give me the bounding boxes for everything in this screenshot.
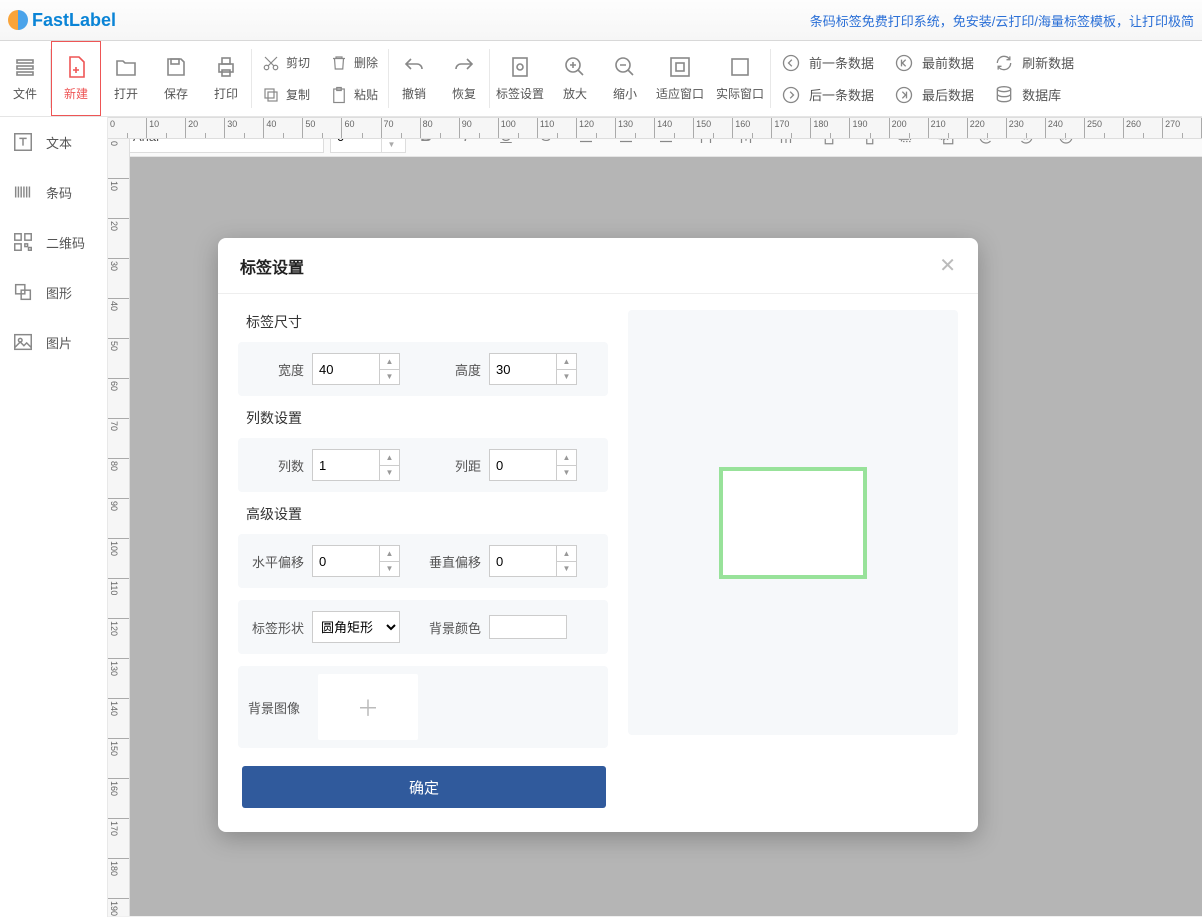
zoom-in-button[interactable]: 放大 bbox=[550, 41, 600, 116]
folder-icon bbox=[114, 55, 138, 79]
confirm-button[interactable]: 确定 bbox=[242, 766, 606, 808]
undo-icon bbox=[402, 55, 426, 79]
new-button[interactable]: 新建 bbox=[51, 41, 101, 116]
zoom-out-button[interactable]: 缩小 bbox=[600, 41, 650, 116]
height-label: 高度 bbox=[423, 360, 489, 379]
gap-input[interactable]: ▲▼ bbox=[489, 449, 577, 481]
cols-label: 列数 bbox=[246, 456, 312, 475]
hoffset-input[interactable]: ▲▼ bbox=[312, 545, 400, 577]
width-label: 宽度 bbox=[246, 360, 312, 379]
file-button[interactable]: 文件 bbox=[0, 41, 50, 116]
print-button[interactable]: 打印 bbox=[201, 41, 251, 116]
zoom-in-icon bbox=[563, 55, 587, 79]
text-icon bbox=[12, 131, 34, 153]
sidebar-shape[interactable]: 图形 bbox=[0, 267, 107, 317]
cols-input[interactable]: ▲▼ bbox=[312, 449, 400, 481]
hoffset-label: 水平偏移 bbox=[246, 552, 312, 571]
section-cols: 列数设置 bbox=[246, 408, 608, 428]
ribbon-toolbar: 文件 新建 打开 保存 打印 剪切 复制 删除 粘贴 撤销 bbox=[0, 41, 1202, 117]
gap-label: 列距 bbox=[423, 456, 489, 475]
zoom-out-icon bbox=[613, 55, 637, 79]
bgimg-label: 背景图像 bbox=[246, 698, 308, 717]
height-input[interactable]: ▲▼ bbox=[489, 353, 577, 385]
arrow-right-icon bbox=[781, 85, 801, 105]
arrow-left-icon bbox=[781, 53, 801, 73]
logo: FastLabel bbox=[8, 10, 116, 31]
prev-record-button[interactable]: 前一条数据 bbox=[777, 49, 878, 77]
sidebar-text[interactable]: 文本 bbox=[0, 117, 107, 167]
save-icon bbox=[164, 55, 188, 79]
label-settings-dialog: 标签设置 ✕ 标签尺寸 宽度 ▲▼ 高度 ▲▼ 列数设置 列数 ▲▼ bbox=[218, 238, 978, 832]
database-icon bbox=[994, 85, 1014, 105]
close-button[interactable]: ✕ bbox=[939, 253, 956, 278]
actual-icon bbox=[728, 55, 752, 79]
refresh-icon bbox=[994, 53, 1014, 73]
tagline: 条码标签免费打印系统，免安装/云打印/海量标签模板，让打印极简 bbox=[810, 11, 1194, 30]
preview-panel bbox=[628, 310, 958, 735]
voffset-input[interactable]: ▲▼ bbox=[489, 545, 577, 577]
bgimg-upload[interactable]: ＋ bbox=[318, 674, 418, 740]
print-icon bbox=[214, 55, 238, 79]
preview-label bbox=[719, 467, 867, 579]
cut-button[interactable]: 剪切 bbox=[258, 49, 314, 77]
paste-button[interactable]: 粘贴 bbox=[326, 81, 382, 109]
barcode-icon bbox=[12, 181, 34, 203]
last-record-button[interactable]: 最后数据 bbox=[890, 81, 978, 109]
paste-icon bbox=[330, 86, 348, 104]
new-file-icon bbox=[64, 55, 88, 79]
bgcolor-label: 背景颜色 bbox=[423, 618, 489, 637]
redo-button[interactable]: 恢复 bbox=[439, 41, 489, 116]
ruler-horizontal: 0102030405060708090100110120130140150160… bbox=[108, 117, 1202, 139]
voffset-label: 垂直偏移 bbox=[423, 552, 489, 571]
sidebar-qrcode[interactable]: 二维码 bbox=[0, 217, 107, 267]
refresh-data-button[interactable]: 刷新数据 bbox=[990, 49, 1078, 77]
settings-icon bbox=[508, 55, 532, 79]
save-button[interactable]: 保存 bbox=[151, 41, 201, 116]
delete-button[interactable]: 删除 bbox=[326, 49, 382, 77]
logo-text: FastLabel bbox=[32, 10, 116, 31]
first-record-button[interactable]: 最前数据 bbox=[890, 49, 978, 77]
copy-icon bbox=[262, 86, 280, 104]
section-adv: 高级设置 bbox=[246, 504, 608, 524]
label-settings-button[interactable]: 标签设置 bbox=[490, 41, 550, 116]
title-bar: FastLabel 条码标签免费打印系统，免安装/云打印/海量标签模板，让打印极… bbox=[0, 0, 1202, 41]
first-icon bbox=[894, 53, 914, 73]
section-size: 标签尺寸 bbox=[246, 312, 608, 332]
cut-icon bbox=[262, 54, 280, 72]
fit-icon bbox=[668, 55, 692, 79]
actual-window-button[interactable]: 实际窗口 bbox=[710, 41, 770, 116]
width-input[interactable]: ▲▼ bbox=[312, 353, 400, 385]
sidebar-barcode[interactable]: 条码 bbox=[0, 167, 107, 217]
open-button[interactable]: 打开 bbox=[101, 41, 151, 116]
undo-button[interactable]: 撤销 bbox=[389, 41, 439, 116]
image-icon bbox=[12, 331, 34, 353]
shape-icon bbox=[12, 281, 34, 303]
copy-button[interactable]: 复制 bbox=[258, 81, 314, 109]
logo-icon bbox=[8, 10, 28, 30]
qrcode-icon bbox=[12, 231, 34, 253]
delete-icon bbox=[330, 54, 348, 72]
redo-icon bbox=[452, 55, 476, 79]
shape-select[interactable]: 圆角矩形 bbox=[312, 611, 400, 643]
database-button[interactable]: 数据库 bbox=[990, 81, 1078, 109]
fit-window-button[interactable]: 适应窗口 bbox=[650, 41, 710, 116]
dialog-title: 标签设置 bbox=[240, 254, 304, 278]
menu-icon bbox=[13, 55, 37, 79]
left-sidebar: 文本 条码 二维码 图形 图片 bbox=[0, 117, 108, 917]
next-record-button[interactable]: 后一条数据 bbox=[777, 81, 878, 109]
ruler-vertical: 0102030405060708090100110120130140150160… bbox=[108, 139, 130, 916]
last-icon bbox=[894, 85, 914, 105]
sidebar-image[interactable]: 图片 bbox=[0, 317, 107, 367]
shape-label: 标签形状 bbox=[246, 618, 312, 637]
bgcolor-swatch[interactable] bbox=[489, 615, 567, 639]
